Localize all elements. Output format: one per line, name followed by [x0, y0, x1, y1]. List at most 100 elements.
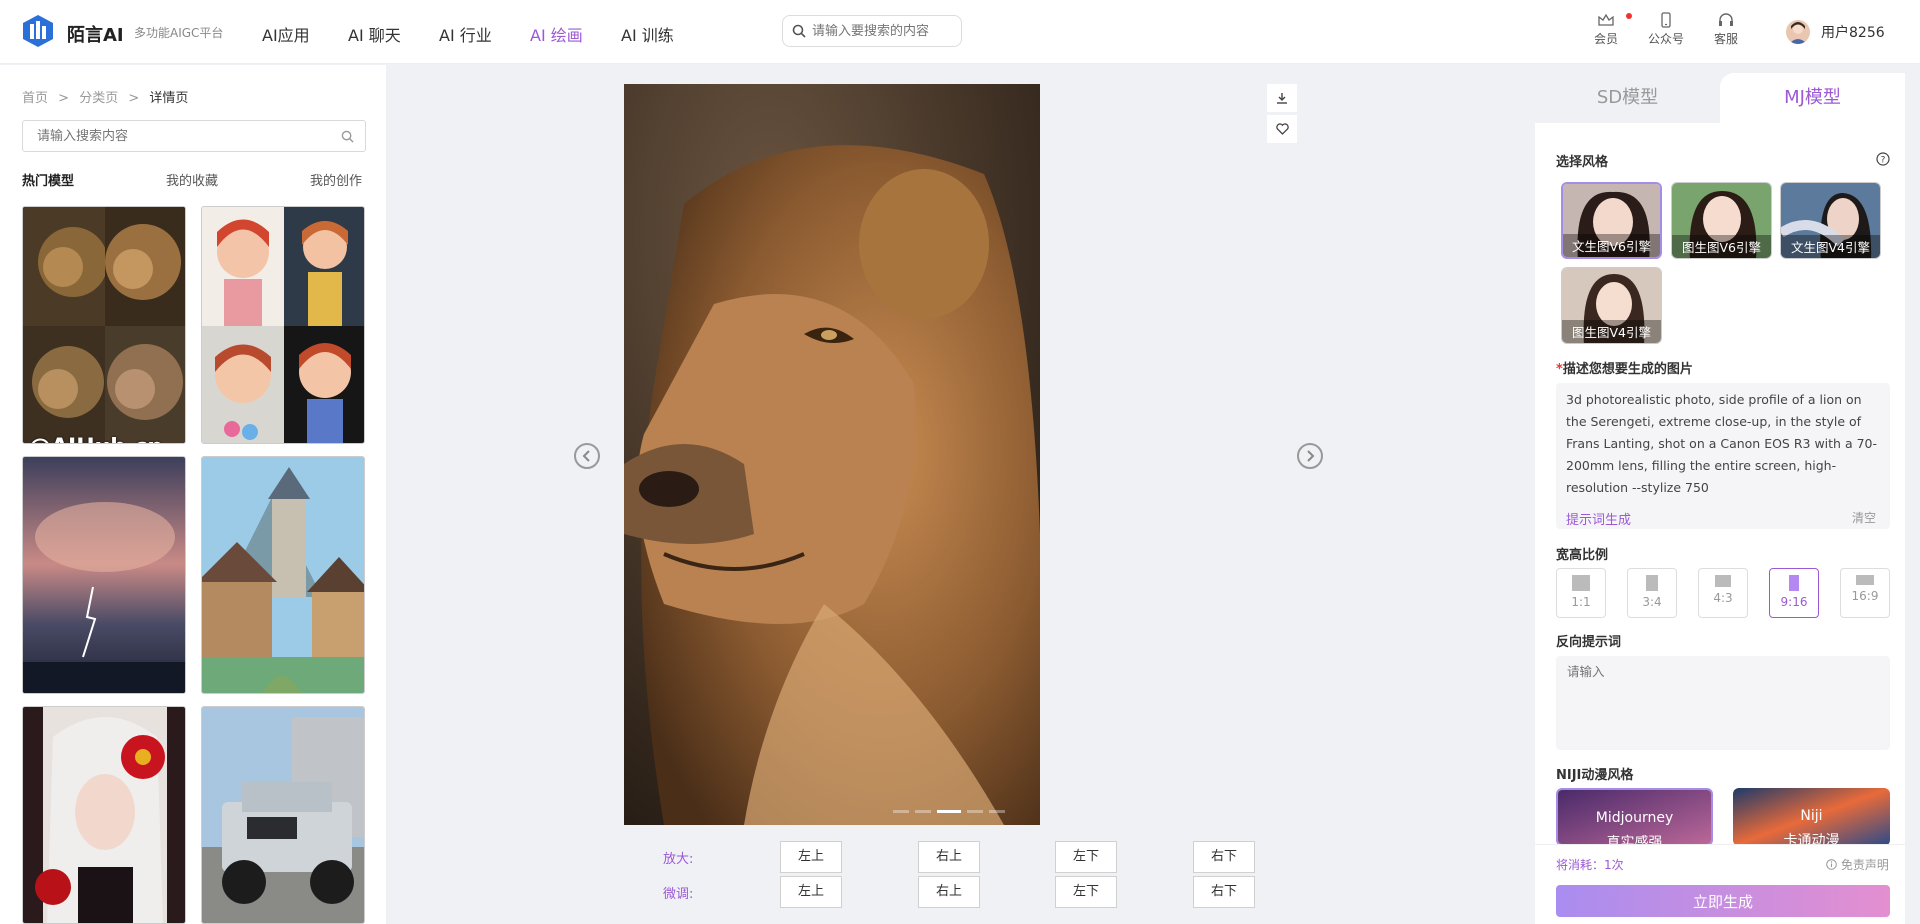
prev-arrow[interactable] [574, 443, 600, 469]
upscale-bottom-left-button[interactable]: 左下 [1055, 841, 1117, 873]
variation-label: 微调: [663, 887, 694, 902]
negative-prompt-box[interactable] [1556, 656, 1890, 750]
pager-dot[interactable] [989, 810, 1005, 813]
wechat-account-button[interactable]: 公众号 [1641, 12, 1691, 47]
model-thumbnail-cartoon-girl[interactable] [201, 206, 365, 444]
upscale-bottom-right-button[interactable]: 右下 [1193, 841, 1255, 873]
search-icon[interactable] [341, 130, 354, 143]
ratio-9-16[interactable]: 9:16 [1769, 568, 1819, 618]
ratio-4-3[interactable]: 4:3 [1698, 568, 1748, 618]
pager-dot[interactable] [967, 810, 983, 813]
variation-top-left-button[interactable]: 左上 [780, 876, 842, 908]
breadcrumb-home[interactable]: 首页 [22, 91, 48, 106]
wechat-account-label: 公众号 [1647, 32, 1684, 46]
generate-button[interactable]: 立即生成 [1556, 885, 1890, 917]
niji-card-title: Midjourney [1595, 810, 1674, 826]
model-search-input[interactable] [37, 127, 327, 145]
style-card-label: 图生图V6引擎 [1672, 235, 1771, 258]
style-card-img2img-v6[interactable]: 图生图V6引擎 [1671, 182, 1772, 259]
breadcrumb-separator: > [58, 91, 70, 106]
ratio-shape [1789, 575, 1799, 591]
next-arrow[interactable] [1297, 443, 1323, 469]
model-thumbnail-lion[interactable]: @AIHub.cn [22, 206, 186, 444]
phone-icon [1661, 12, 1671, 28]
nav-ai-apps[interactable]: AI应用 [262, 22, 310, 46]
support-button[interactable]: 客服 [1701, 12, 1751, 47]
niji-card-title: Niji [1800, 808, 1823, 824]
ratio-shape [1572, 575, 1590, 591]
tab-hot-models[interactable]: 热门模型 [22, 170, 74, 189]
image-pager[interactable] [893, 810, 1005, 813]
model-thumbnail-white-hair-girl[interactable] [22, 706, 186, 924]
info-icon [1826, 859, 1837, 870]
breadcrumb-separator: > [128, 91, 140, 106]
ratio-1-1[interactable]: 1:1 [1556, 568, 1606, 618]
niji-card-midjourney[interactable]: Midjourney 真实感强 [1556, 788, 1713, 846]
disclaimer-link[interactable]: 免责声明 [1826, 856, 1889, 873]
prompt-section-title: *描述您想要生成的图片 [1556, 362, 1693, 377]
pager-dot[interactable] [915, 810, 931, 813]
nav-ai-industry[interactable]: AI 行业 [439, 22, 492, 46]
cost-text: 将消耗：1次 [1556, 858, 1624, 872]
prompt-textarea[interactable]: 3d photorealistic photo, side profile of… [1556, 383, 1890, 529]
variation-top-right-button[interactable]: 右上 [918, 876, 980, 908]
notification-dot [1626, 13, 1632, 19]
pager-dot[interactable] [893, 810, 909, 813]
logo-icon[interactable] [22, 14, 54, 48]
ratio-label: 1:1 [1571, 595, 1591, 609]
vip-label: 会员 [1593, 32, 1618, 46]
style-card-text2img-v4[interactable]: 文生图V4引擎 [1780, 182, 1881, 259]
ratio-3-4[interactable]: 3:4 [1627, 568, 1677, 618]
niji-section-title: NIJI动漫风格 [1556, 768, 1634, 783]
pager-dot-active[interactable] [937, 810, 961, 813]
model-tabs: SD模型 MJ模型 [1535, 73, 1905, 123]
tab-sd-model[interactable]: SD模型 [1535, 73, 1720, 123]
style-card-text2img-v6[interactable]: 文生图V6引擎 [1561, 182, 1662, 259]
negative-prompt-input[interactable] [1567, 664, 1867, 679]
ratio-16-9[interactable]: 16:9 [1840, 568, 1890, 618]
ratio-label: 16:9 [1851, 589, 1879, 603]
prompt-text[interactable]: 3d photorealistic photo, side profile of… [1566, 389, 1884, 499]
tab-mj-model[interactable]: MJ模型 [1720, 73, 1905, 123]
avatar[interactable] [1786, 20, 1810, 44]
ratio-section-title: 宽高比例 [1556, 548, 1609, 563]
global-search-input[interactable] [812, 20, 952, 42]
download-icon [1277, 93, 1287, 104]
negative-prompt-title: 反向提示词 [1556, 635, 1622, 650]
model-search[interactable] [22, 120, 366, 152]
prompt-generate-link[interactable]: 提示词生成 [1566, 509, 1631, 528]
prompt-clear-button[interactable]: 清空 [1852, 509, 1876, 526]
model-thumbnail-castle[interactable] [201, 456, 365, 694]
global-search[interactable] [782, 15, 962, 47]
username[interactable]: 用户8256 [1821, 22, 1885, 42]
model-thumbnail-storm[interactable] [22, 456, 186, 694]
breadcrumb-category[interactable]: 分类页 [79, 91, 118, 106]
variation-bottom-right-button[interactable]: 右下 [1193, 876, 1255, 908]
vip-button[interactable]: 会员 [1581, 12, 1631, 47]
left-sidebar: 首页 > 分类页 > 详情页 热门模型 我的收藏 我的创作 @AIHub.cn [0, 65, 386, 924]
model-thumbnail-jeep[interactable] [201, 706, 365, 924]
breadcrumb: 首页 > 分类页 > 详情页 [22, 87, 188, 106]
nav-ai-drawing[interactable]: AI 绘画 [530, 22, 583, 46]
style-card-label: 文生图V4引擎 [1781, 235, 1880, 258]
upscale-top-left-button[interactable]: 左上 [780, 841, 842, 873]
variation-bottom-left-button[interactable]: 左下 [1055, 876, 1117, 908]
download-button[interactable] [1267, 84, 1297, 112]
style-card-img2img-v4[interactable]: 图生图V4引擎 [1561, 267, 1662, 344]
brand-name[interactable]: 陌言AI [67, 21, 124, 47]
headset-icon [1719, 13, 1733, 26]
help-icon[interactable]: ? [1876, 152, 1890, 166]
ratio-shape [1856, 575, 1874, 585]
niji-card-niji[interactable]: Niji 卡通动漫 [1733, 788, 1890, 846]
tab-my-favorites[interactable]: 我的收藏 [166, 170, 218, 189]
upscale-top-right-button[interactable]: 右上 [918, 841, 980, 873]
disclaimer-text: 免责声明 [1840, 858, 1889, 872]
tab-my-creations[interactable]: 我的创作 [310, 170, 362, 189]
nav-ai-training[interactable]: AI 训练 [621, 22, 674, 46]
favorite-button[interactable] [1267, 115, 1297, 143]
lion-image [624, 84, 1040, 825]
nav-ai-chat[interactable]: AI 聊天 [348, 22, 401, 46]
brand-subtitle: 多功能AIGC平台 [134, 26, 224, 40]
style-card-label: 文生图V6引擎 [1563, 234, 1660, 257]
main-image-viewer[interactable] [624, 84, 1040, 825]
